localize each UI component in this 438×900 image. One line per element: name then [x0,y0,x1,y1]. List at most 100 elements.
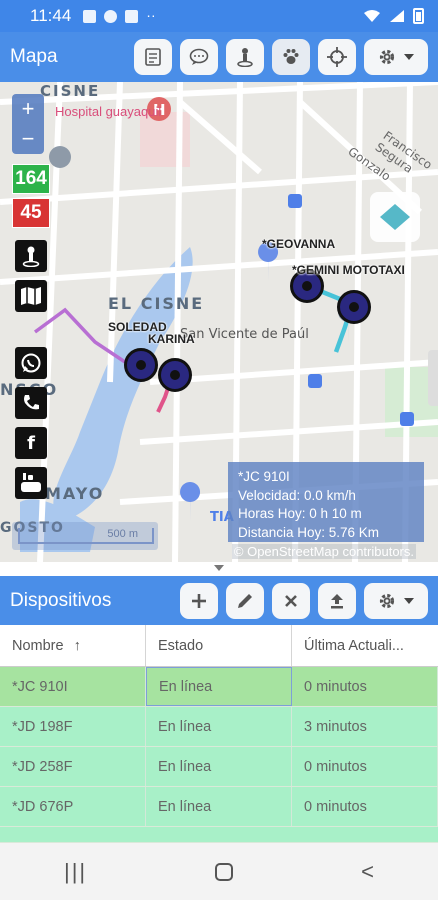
table-row-partial[interactable] [0,827,438,843]
vehicle-marker[interactable] [337,290,371,324]
vehicle-info-popup: *JC 910I Velocidad: 0.0 km/h Horas Hoy: … [228,462,424,542]
image-icon [83,9,97,23]
table-row[interactable]: *JD 258F En línea 0 minutos [0,747,438,787]
map-label-mayo: MAYO [45,484,105,503]
recent-apps-button[interactable]: ||| [64,859,87,885]
info-speed: Velocidad: 0.0 km/h [238,487,356,503]
offline-count-badge[interactable]: 45 [12,198,50,228]
paw-button[interactable] [272,39,310,75]
phone-button[interactable] [15,387,47,419]
map-attribution[interactable]: © OpenStreetMap contributors. [231,544,416,559]
more-dots: ·· [146,6,156,23]
cell-status: En línea [146,787,292,826]
edit-device-button[interactable] [226,583,264,619]
chat-icon [189,48,209,65]
cell-name: *JD 676P [0,787,146,826]
report-button[interactable] [134,39,172,75]
cell-name: *JD 258F [0,747,146,786]
phone-icon [24,395,39,410]
online-count-badge[interactable]: 164 [12,164,50,194]
whatsapp-icon [21,353,41,373]
zoom-control: + − [12,94,44,154]
delete-device-button[interactable] [272,583,310,619]
status-time: 11:44 [30,6,72,25]
whatsapp-button[interactable] [15,347,47,379]
marker-label: *GEOVANNA [262,237,336,251]
facebook-icon: f [27,432,35,454]
vehicle-marker[interactable] [124,348,158,382]
upload-button[interactable] [318,583,356,619]
zoom-out-button[interactable]: − [12,124,44,154]
facebook-button[interactable]: f [15,427,47,459]
wifi-icon [364,10,380,22]
map-layers-button[interactable] [15,280,47,312]
cell-name: *JC 910I [0,667,146,706]
report-icon [145,48,161,66]
table-row[interactable]: *JD 198F En línea 3 minutos [0,707,438,747]
notification-icons: ·· [83,6,156,23]
back-button[interactable]: < [361,859,374,885]
map-label-vicente: San Vicente de Paúl [180,327,309,342]
cell-name: *JD 198F [0,707,146,746]
table-header: Nombre ↑ Estado Última Actuali... [0,625,438,667]
devices-header: Dispositivos [0,576,438,626]
marker-label: KARINA [148,332,195,346]
cell-last-update: 0 minutos [292,787,438,826]
youtube-button[interactable] [15,467,47,499]
devices-title: Dispositivos [10,590,112,611]
map-title: Mapa [10,46,58,67]
clock-icon [104,9,118,23]
info-plate: *JC 910I [238,469,290,484]
map-settings-button[interactable] [364,39,428,75]
column-header-last-update[interactable]: Última Actuali... [292,625,438,666]
person-filter-button[interactable] [15,240,47,272]
battery-icon [413,8,424,24]
scale-label: 500 m [18,528,154,544]
upload-icon [331,594,343,609]
person-pin-icon [237,48,253,67]
crosshair-button[interactable] [318,39,356,75]
person-pin-button[interactable] [226,39,264,75]
panel-resize-handle[interactable] [201,562,237,574]
system-nav-bar: ||| < [0,843,438,900]
devices-settings-button[interactable] [364,583,428,619]
add-device-button[interactable] [180,583,218,619]
table-row[interactable]: *JD 676P En línea 0 minutos [0,787,438,827]
gear-icon [379,593,395,609]
youtube-icon [21,473,41,492]
column-header-name[interactable]: Nombre ↑ [0,625,146,666]
map-label-hospital: Hospital guayaquil [55,104,162,119]
close-icon [285,595,297,607]
cell-last-update: 0 minutos [292,747,438,786]
signal-icon [390,10,404,22]
cell-status: En línea [146,667,292,706]
cell-status: En línea [146,747,292,786]
home-button[interactable] [215,862,234,881]
map-icon [21,287,41,305]
vehicle-marker[interactable] [158,358,192,392]
paw-icon [283,49,299,64]
devices-table: Nombre ↑ Estado Última Actuali... *JC 91… [0,625,438,843]
map-label-el-cisne: EL CISNE [108,294,205,313]
side-drawer-handle[interactable] [428,350,438,406]
chevron-down-icon [404,54,414,60]
cell-last-update: 3 minutos [292,707,438,746]
pencil-icon [238,594,252,608]
chat-button[interactable] [180,39,218,75]
column-header-status[interactable]: Estado [146,625,292,666]
table-row[interactable]: *JC 910I En línea 0 minutos [0,667,438,707]
zoom-in-button[interactable]: + [12,94,44,124]
crosshair-icon [327,47,347,67]
cell-last-update: 0 minutos [292,667,438,706]
info-hours: Horas Hoy: 0 h 10 m [238,506,362,521]
scale-bar: 500 m [12,522,158,550]
map-view[interactable]: H CISNE Hospital guayaquil EL CISNE San … [0,82,438,562]
message-icon [125,9,139,23]
map-label-cisne: CISNE [40,82,101,100]
marker-label: *GEMINI MOTOTAXI [292,263,405,277]
gear-icon [379,49,395,65]
map-header: Mapa [0,32,438,82]
cell-status: En línea [146,707,292,746]
sort-arrow-icon: ↑ [73,637,81,654]
person-pin-icon [22,246,40,267]
